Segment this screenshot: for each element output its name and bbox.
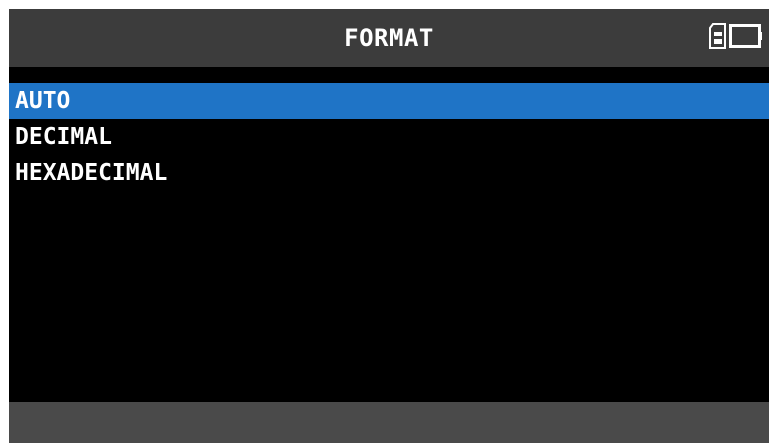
battery-icon: [729, 23, 763, 54]
status-icons: [709, 22, 763, 54]
option-decimal[interactable]: DECIMAL: [9, 119, 769, 155]
soft-key-bar: [9, 402, 769, 443]
format-options-list: AUTO DECIMAL HEXADECIMAL: [9, 83, 769, 191]
device-screen: FORMAT AUTO DECIMAL HEXADECIMAL: [9, 9, 769, 443]
option-auto[interactable]: AUTO: [9, 83, 769, 119]
screen-title: FORMAT: [344, 24, 434, 52]
sd-card-icon: [709, 22, 726, 54]
option-hexadecimal[interactable]: HEXADECIMAL: [9, 155, 769, 191]
title-bar: FORMAT: [9, 9, 769, 67]
